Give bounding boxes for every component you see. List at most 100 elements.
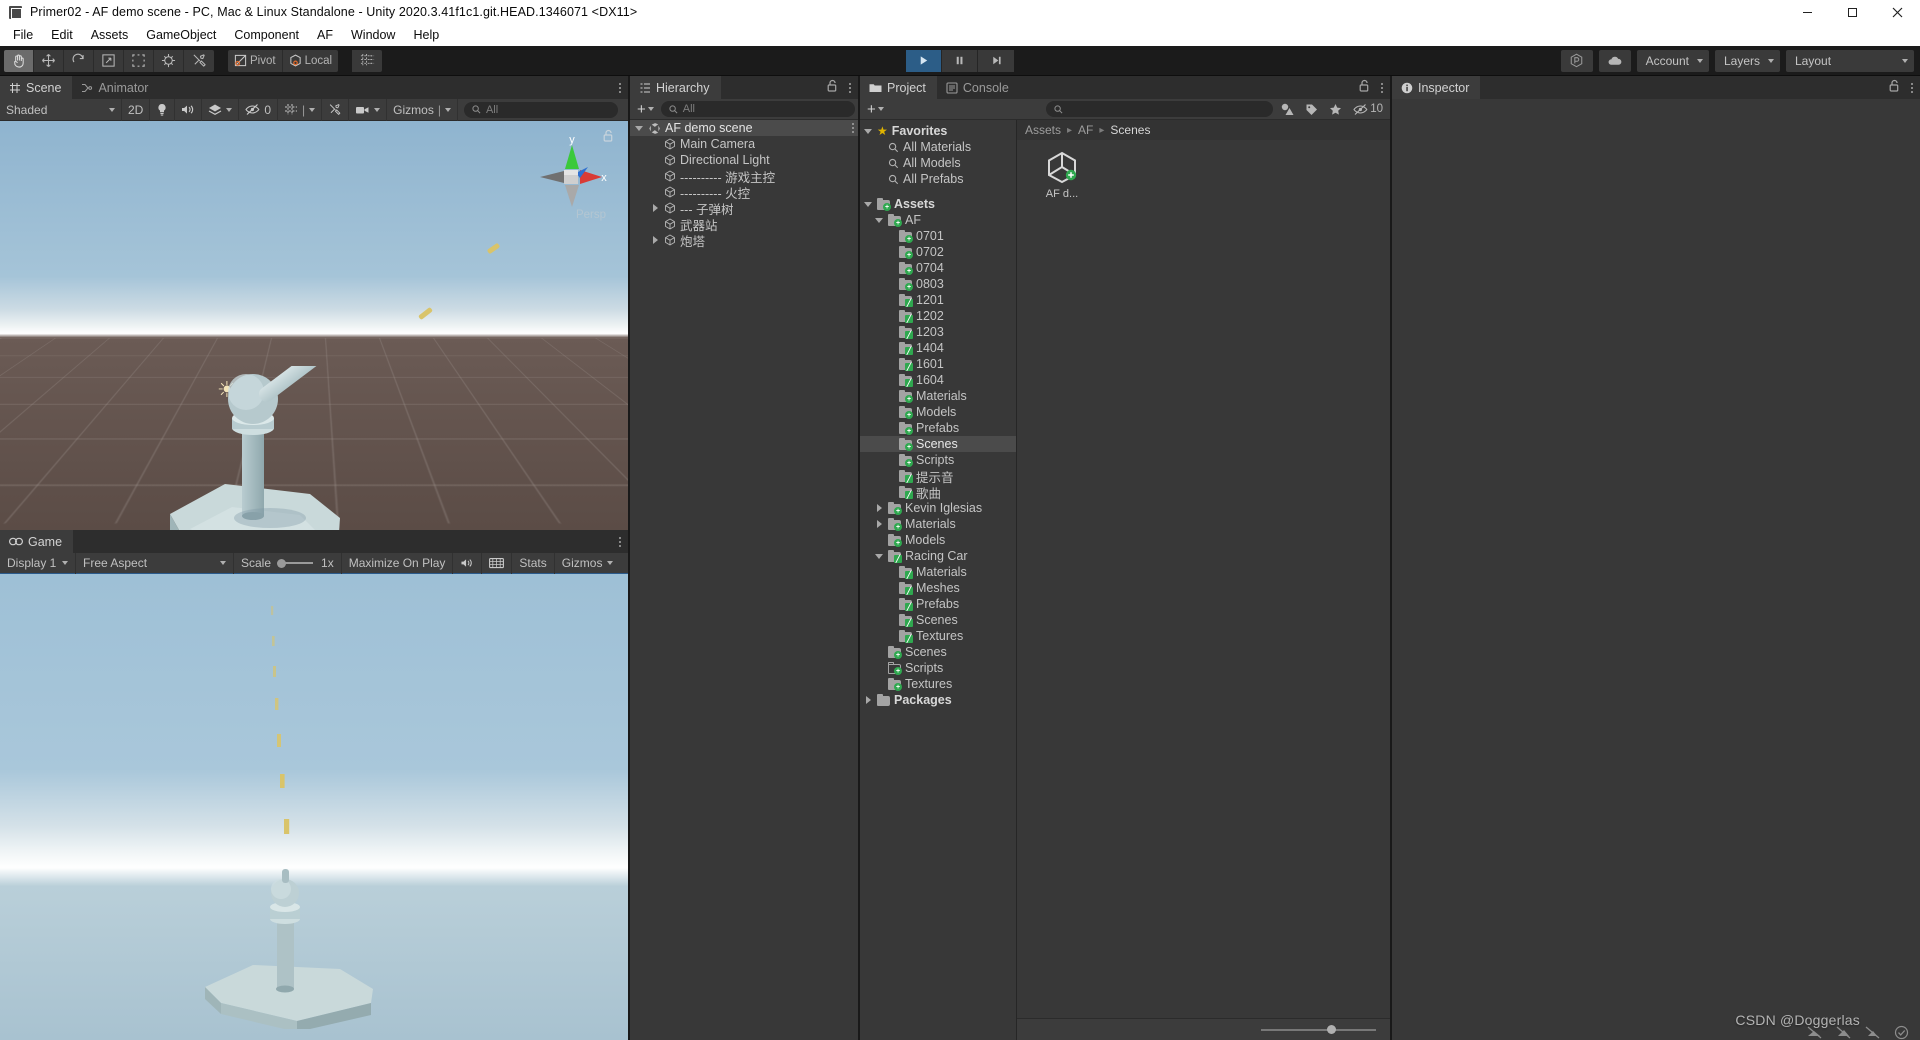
tab-scene[interactable]: Scene <box>0 76 73 99</box>
project-add-button[interactable]: + <box>863 101 888 118</box>
project-tree-item[interactable]: + AF <box>860 212 1016 228</box>
aspect-dropdown[interactable]: Free Aspect <box>76 552 234 574</box>
game-viewport[interactable] <box>0 574 628 1040</box>
inspector-menu-icon[interactable] <box>1909 81 1915 95</box>
tab-console[interactable]: Console <box>937 76 1020 99</box>
disclosure-closed-icon[interactable] <box>863 695 873 705</box>
project-tree-item[interactable]: +0704 <box>860 260 1016 276</box>
project-tree-item[interactable]: ╱ 1202 <box>860 308 1016 324</box>
hidden-objects-toggle[interactable]: 0 <box>239 98 279 121</box>
collab-icon[interactable] <box>1560 49 1593 72</box>
disclosure-open-icon[interactable] <box>863 199 873 209</box>
disclosure-closed-icon[interactable] <box>874 503 884 513</box>
cloud-icon[interactable] <box>1598 49 1631 72</box>
scene-lock-open-icon[interactable] <box>603 129 614 147</box>
project-tree-item[interactable]: + Scripts <box>860 660 1016 676</box>
menu-component[interactable]: Component <box>225 26 308 44</box>
pivot-toggle-button[interactable]: Pivot <box>228 49 283 72</box>
disclosure-open-icon[interactable] <box>863 126 873 136</box>
project-tree-item[interactable]: ╱ 1203 <box>860 324 1016 340</box>
pause-button[interactable] <box>942 49 978 72</box>
project-tree-item[interactable]: + Packages <box>860 692 1016 708</box>
play-button[interactable] <box>906 49 942 72</box>
stats-grid-icon[interactable] <box>482 552 513 574</box>
project-menu-icon[interactable] <box>1379 81 1385 95</box>
hierarchy-item[interactable]: AF demo scene <box>630 120 858 136</box>
close-icon[interactable] <box>1875 0 1920 24</box>
scale-slider-knob[interactable] <box>277 558 287 568</box>
menu-edit[interactable]: Edit <box>42 26 82 44</box>
disclosure-open-icon[interactable] <box>874 551 884 561</box>
grid-visibility-dropdown[interactable]: | <box>278 98 323 121</box>
step-button[interactable] <box>978 49 1014 72</box>
tab-animator[interactable]: Animator <box>72 76 159 99</box>
stats-button[interactable]: Stats <box>512 552 555 574</box>
project-tree-item[interactable]: +0803 <box>860 276 1016 292</box>
hierarchy-item-menu-icon[interactable] <box>852 123 854 133</box>
hierarchy-item[interactable]: --- 子弹树 <box>630 200 858 217</box>
project-tree-item[interactable]: + Textures <box>860 676 1016 692</box>
asset-item[interactable]: AF d... <box>1031 150 1093 200</box>
mute-audio-icon[interactable] <box>453 552 483 574</box>
tab-inspector[interactable]: Inspector <box>1392 76 1481 99</box>
menu-window[interactable]: Window <box>342 26 404 44</box>
scale-slider-track[interactable] <box>277 558 314 568</box>
effects-dropdown[interactable] <box>202 98 240 121</box>
asset-zoom-knob[interactable] <box>1326 1025 1336 1034</box>
light-bulb-icon[interactable] <box>150 98 176 121</box>
hand-tool-button[interactable] <box>4 49 34 72</box>
hierarchy-item[interactable]: ---------- 火控 <box>630 184 858 201</box>
layout-dropdown[interactable]: Layout <box>1786 49 1914 72</box>
project-folder-tree[interactable]: ★ Favorites All Materials All Models All Pre… <box>860 120 1017 1040</box>
scene-tools-icon[interactable] <box>322 98 350 121</box>
hierarchy-search-input[interactable]: All <box>660 101 855 117</box>
filter-type-icon[interactable] <box>1276 101 1298 118</box>
hierarchy-item[interactable]: 武器站 <box>630 216 858 233</box>
asset-zoom-slider[interactable] <box>1261 1025 1376 1034</box>
shading-mode-dropdown[interactable]: Shaded <box>0 98 122 121</box>
game-gizmos-dropdown[interactable]: Gizmos <box>555 552 621 574</box>
filter-label-icon[interactable] <box>1301 101 1322 118</box>
move-tool-button[interactable] <box>34 49 64 72</box>
disclosure-open-icon[interactable] <box>874 215 884 225</box>
grid-snap-icon[interactable] <box>352 49 383 72</box>
layers-dropdown[interactable]: Layers <box>1714 49 1780 72</box>
scene-search-input[interactable]: All <box>463 101 618 118</box>
space-toggle-button[interactable]: Local <box>282 49 339 72</box>
mode-2d-toggle[interactable]: 2D <box>122 98 151 121</box>
scene-panel-menu-icon[interactable] <box>617 81 623 95</box>
project-tree-item[interactable]: All Models <box>860 155 1016 171</box>
project-tree-item[interactable]: ╱ Materials <box>860 564 1016 580</box>
tab-game[interactable]: Game <box>0 530 74 553</box>
project-tree-item[interactable]: + Materials <box>860 388 1016 404</box>
disclosure-open-icon[interactable] <box>634 123 644 133</box>
project-tree-item[interactable]: +0701 <box>860 228 1016 244</box>
hierarchy-menu-icon[interactable] <box>847 81 853 95</box>
scene-viewport[interactable]: ☀ y x Persp <box>0 121 628 530</box>
hierarchy-tree[interactable]: AF demo scene Main Camera Directional Ligh… <box>630 120 858 1040</box>
project-tree-item[interactable]: + Scenes <box>860 644 1016 660</box>
menu-af[interactable]: AF <box>308 26 342 44</box>
rotate-tool-button[interactable] <box>64 49 94 72</box>
inspector-lock-open-icon[interactable] <box>1889 79 1900 97</box>
scale-tool-button[interactable] <box>94 49 124 72</box>
project-tree-item[interactable]: ╱ Racing Car <box>860 548 1016 564</box>
project-tree-item[interactable]: All Prefabs <box>860 171 1016 187</box>
project-tree-item[interactable]: + Prefabs <box>860 420 1016 436</box>
breadcrumb-scenes[interactable]: Scenes <box>1110 123 1150 137</box>
breadcrumb-af[interactable]: AF <box>1078 123 1093 137</box>
menu-help[interactable]: Help <box>404 26 448 44</box>
project-tree-item[interactable]: + Assets <box>860 196 1016 212</box>
tab-hierarchy[interactable]: Hierarchy <box>630 76 721 99</box>
project-tree-item[interactable]: ╱ Prefabs <box>860 596 1016 612</box>
project-tree-item[interactable]: All Materials <box>860 139 1016 155</box>
project-lock-open-icon[interactable] <box>1359 79 1370 97</box>
project-tree-item[interactable]: ╱ Scenes <box>860 612 1016 628</box>
hierarchy-add-button[interactable]: + <box>633 101 658 118</box>
hierarchy-item[interactable]: Main Camera <box>630 136 858 152</box>
gizmos-dropdown[interactable]: Gizmos | <box>387 98 458 121</box>
project-search-input[interactable] <box>1045 101 1274 117</box>
breadcrumb-assets[interactable]: Assets <box>1025 123 1061 137</box>
assets-grid[interactable]: AF d... <box>1017 140 1390 1018</box>
menu-gameobject[interactable]: GameObject <box>137 26 225 44</box>
